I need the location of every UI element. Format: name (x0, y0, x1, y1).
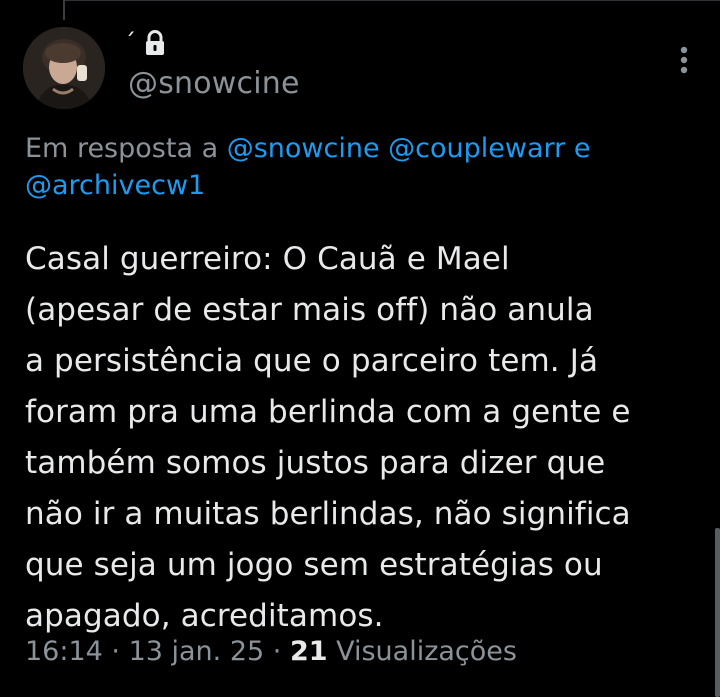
name-row[interactable]: ´ (124, 26, 166, 60)
avatar[interactable] (23, 27, 105, 109)
tweet-meta: 16:14 · 13 jan. 25 · 21 Visualizações (25, 636, 517, 667)
mention-link[interactable]: @snowcine (227, 133, 380, 164)
more-vertical-icon[interactable] (678, 44, 690, 80)
display-name[interactable]: ´ (124, 31, 136, 55)
mention-link[interactable]: @archivecw1 (25, 170, 205, 201)
thread-line (63, 0, 65, 20)
user-handle[interactable]: @snowcine (128, 66, 300, 101)
mention-link[interactable]: @couplewarr (388, 133, 565, 164)
meta-separator: · (102, 636, 129, 667)
scrollbar[interactable] (715, 528, 720, 697)
views-count[interactable]: 21 (290, 636, 328, 667)
avatar-image (23, 27, 105, 109)
reply-prefix: Em resposta a (25, 133, 227, 164)
reply-context: Em resposta a @snowcine @couplewarr e @a… (25, 130, 695, 204)
tweet-date[interactable]: 13 jan. 25 (129, 636, 265, 667)
top-divider (63, 0, 720, 1)
meta-separator: · (264, 636, 290, 667)
tweet-time[interactable]: 16:14 (25, 636, 103, 667)
tweet-text: Casal guerreiro: O Cauã e Mael (apesar d… (25, 241, 631, 634)
views-label[interactable]: Visualizações (328, 636, 517, 667)
reply-conjunction: e (565, 133, 591, 164)
lock-icon (144, 30, 166, 56)
